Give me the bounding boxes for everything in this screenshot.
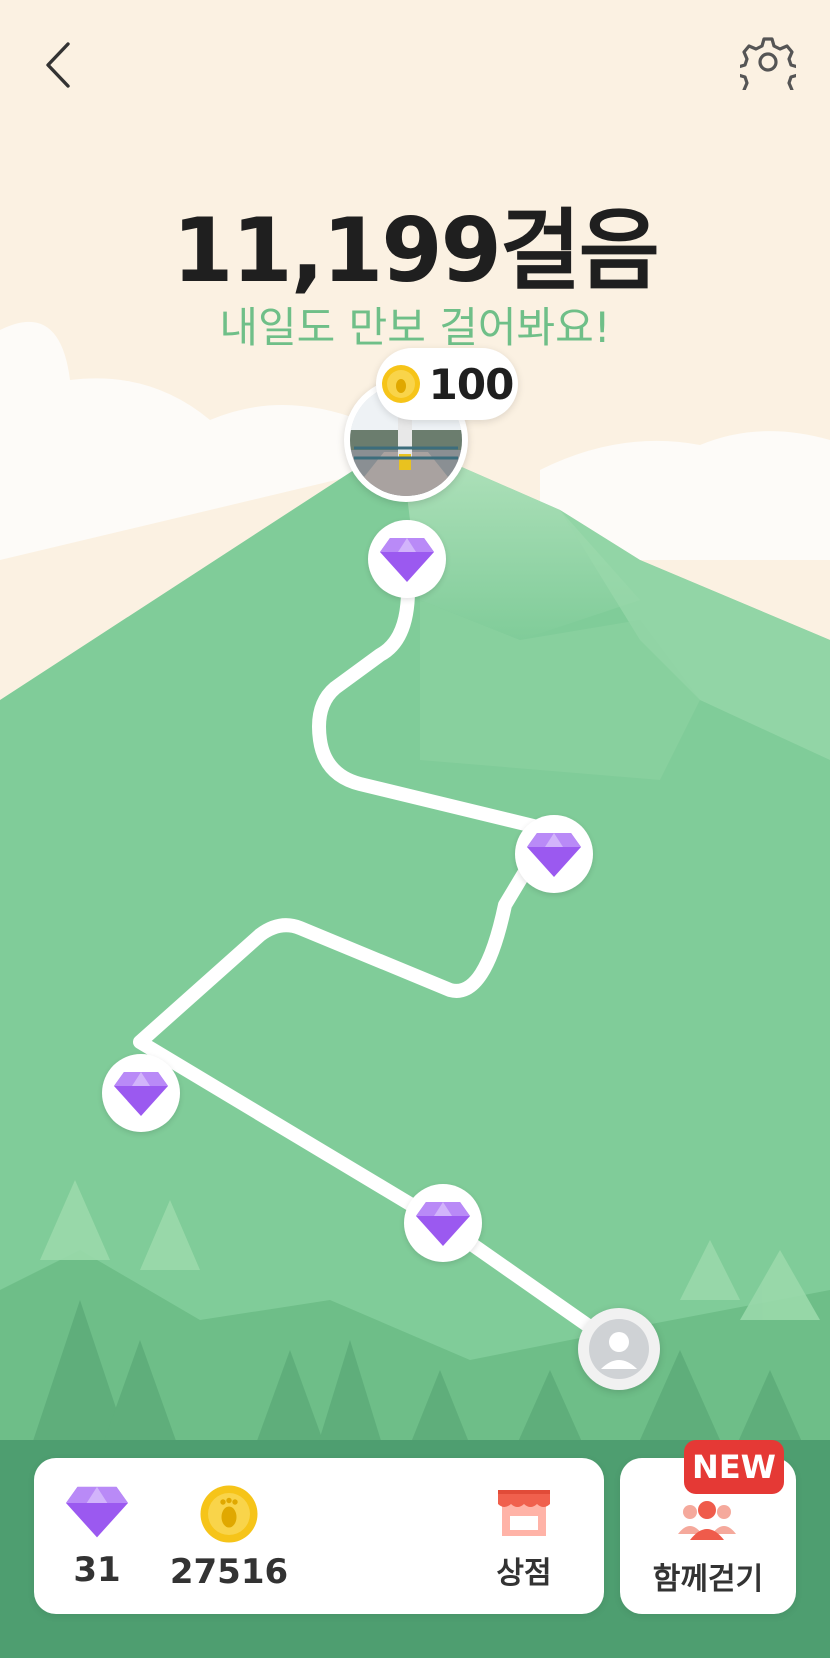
gem-count: 31 bbox=[73, 1550, 121, 1590]
user-avatar[interactable] bbox=[578, 1308, 660, 1390]
footprint-coin-icon bbox=[381, 365, 420, 403]
gear-icon bbox=[736, 37, 800, 105]
diamond-icon bbox=[114, 1072, 168, 1116]
gem-checkpoint-3[interactable] bbox=[102, 1054, 180, 1132]
storefront-icon bbox=[498, 1490, 550, 1536]
shop-label: 상점 bbox=[496, 1556, 552, 1591]
settings-button[interactable] bbox=[736, 34, 800, 105]
diamond-icon bbox=[66, 1486, 128, 1538]
gem-checkpoint-4[interactable] bbox=[404, 1184, 482, 1262]
stats-panel: 31 27516 상점 bbox=[34, 1458, 604, 1614]
coin-stat[interactable]: 27516 bbox=[154, 1484, 304, 1592]
gem-checkpoint-1[interactable] bbox=[368, 520, 446, 598]
summit-reward-badge: 100 bbox=[376, 348, 518, 420]
encouragement-text: 내일도 만보 걸어봐요! bbox=[219, 303, 611, 352]
shop-button[interactable]: 상점 bbox=[474, 1484, 574, 1594]
step-count: 11,199걸음 bbox=[172, 199, 660, 302]
diamond-icon bbox=[416, 1202, 470, 1246]
walk-together-label: 함께걷기 bbox=[652, 1562, 764, 1597]
gem-checkpoint-2[interactable] bbox=[515, 815, 593, 893]
diamond-icon bbox=[527, 833, 581, 877]
summit-reward-amount: 100 bbox=[428, 359, 515, 409]
people-icon bbox=[678, 1501, 736, 1540]
new-badge: NEW bbox=[684, 1440, 784, 1494]
footprint-coin-icon bbox=[200, 1485, 258, 1543]
gem-stat[interactable]: 31 bbox=[62, 1484, 132, 1590]
diamond-icon bbox=[380, 538, 434, 582]
chevron-left-icon bbox=[46, 42, 70, 88]
user-avatar-icon bbox=[589, 1319, 649, 1379]
coin-count: 27516 bbox=[169, 1552, 289, 1592]
back-button[interactable] bbox=[40, 38, 84, 92]
